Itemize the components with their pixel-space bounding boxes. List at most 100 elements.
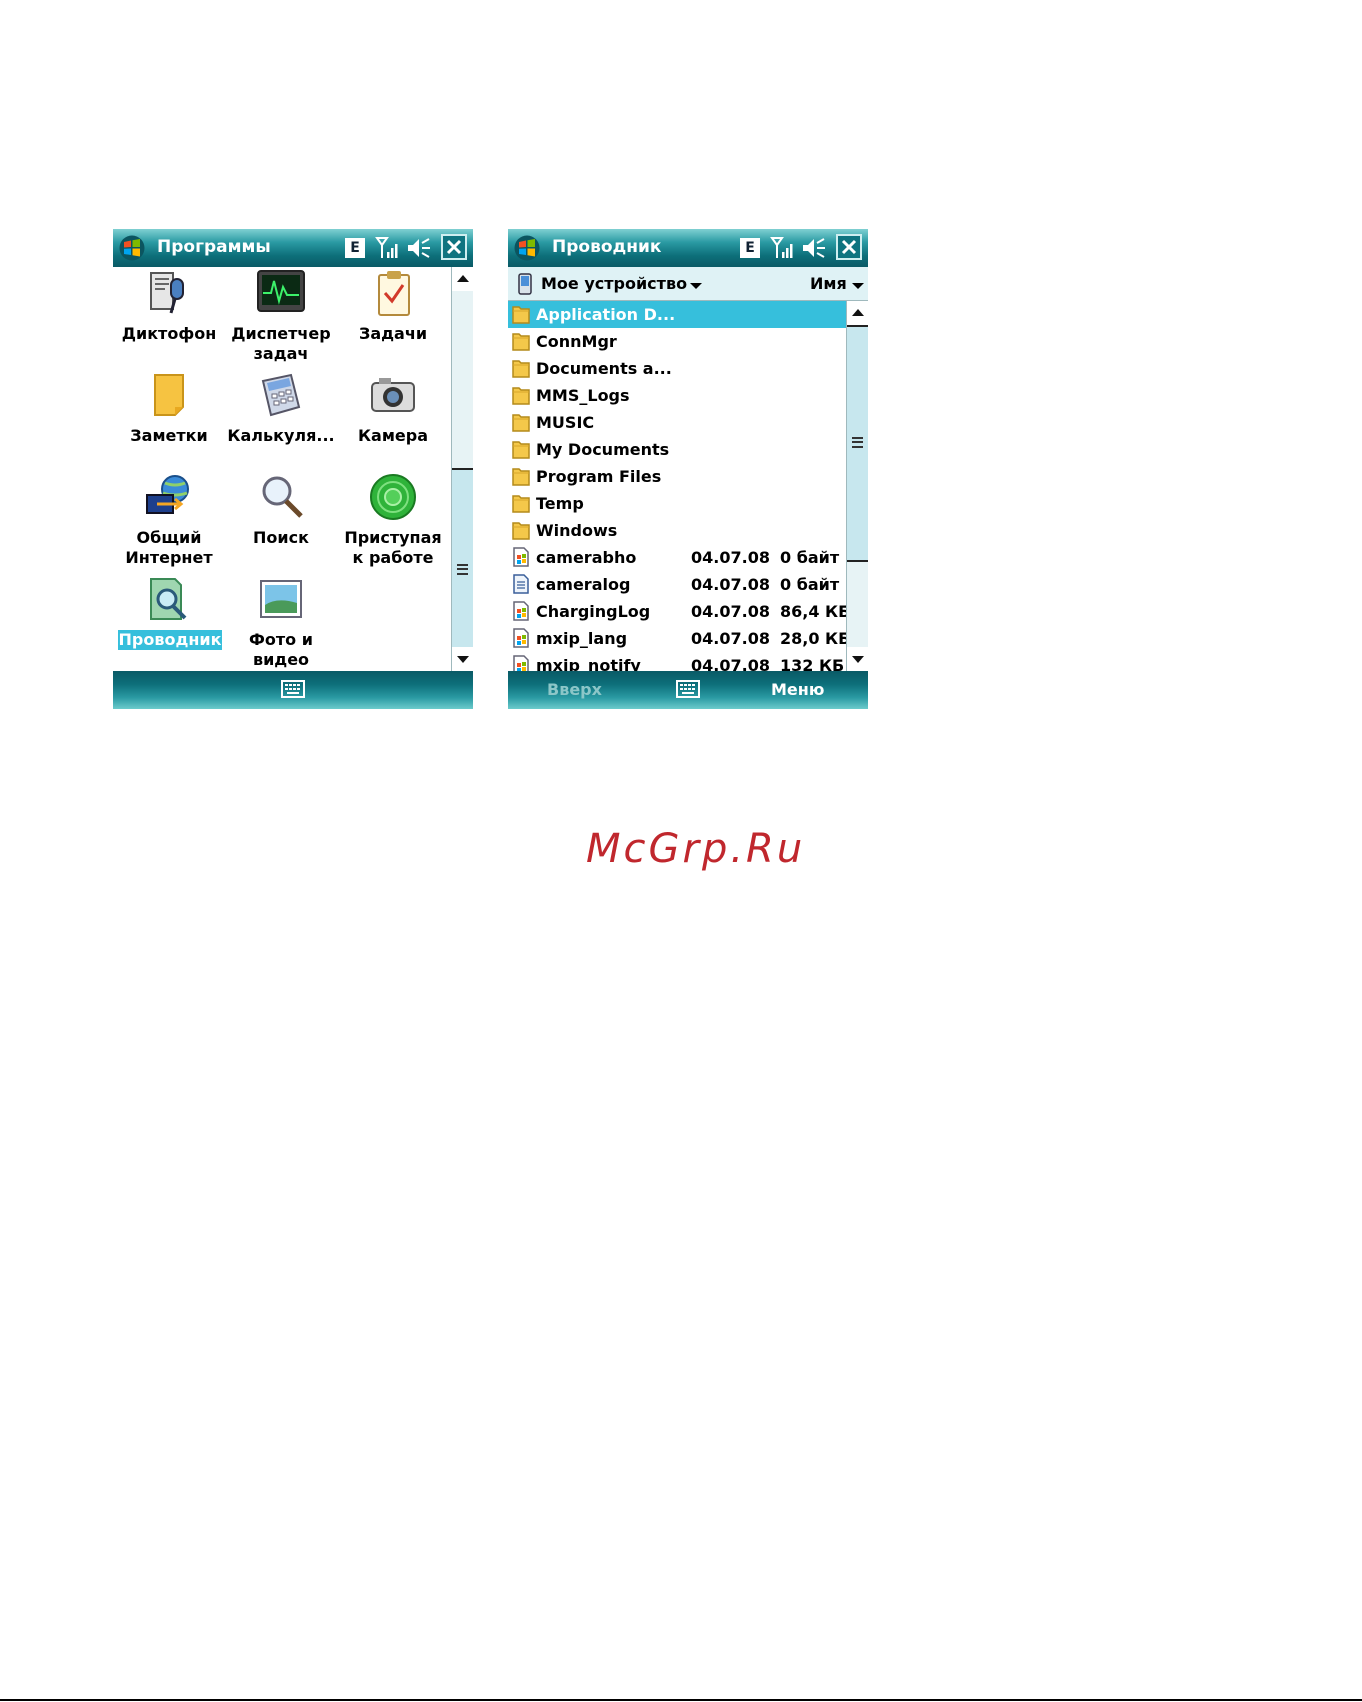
chevron-down-icon[interactable] — [852, 283, 864, 289]
signal-strength-icon[interactable] — [375, 235, 401, 261]
scroll-up-button[interactable] — [452, 267, 473, 291]
device-icon — [518, 273, 532, 295]
program-label: Калькуля... — [227, 426, 335, 445]
folder-icon — [512, 441, 530, 459]
scroll-down-button[interactable] — [452, 647, 473, 671]
program-label: Заметки — [130, 426, 208, 445]
volume-muted-icon[interactable] — [800, 235, 826, 261]
file-date: 04.07.08 — [691, 575, 770, 594]
edge-network-icon[interactable]: E — [345, 238, 365, 258]
programs-screen: Программы E Диктофон Диспетчер задач Зад… — [113, 229, 473, 709]
start-menu-icon[interactable] — [514, 235, 540, 261]
folder-icon — [512, 414, 530, 432]
softkey-bar: Вверх Меню — [508, 671, 868, 709]
camera-icon — [371, 378, 415, 412]
file-row[interactable]: cameralog 04.07.08 0 байт — [508, 571, 846, 598]
notes-icon — [154, 374, 184, 416]
file-name: My Documents — [536, 440, 670, 459]
folder-icon — [512, 306, 530, 324]
file-size: 28,0 КБ — [780, 629, 851, 648]
close-icon[interactable] — [836, 234, 862, 260]
folder-icon — [512, 387, 530, 405]
file-name: Documents a... — [536, 359, 672, 378]
arrow-up-icon — [852, 309, 864, 316]
folder-row[interactable]: Windows — [508, 517, 846, 544]
program-label: Задачи — [358, 324, 428, 343]
scroll-thumb[interactable] — [452, 468, 473, 672]
file-date: 04.07.08 — [691, 629, 770, 648]
start-menu-icon[interactable] — [119, 235, 145, 261]
application-file-icon — [513, 547, 529, 567]
file-name: ChargingLog — [536, 602, 651, 621]
folder-icon — [512, 468, 530, 486]
title-bar: Программы E — [113, 229, 473, 267]
file-name: Windows — [536, 521, 618, 540]
voice-recorder-icon — [150, 272, 184, 314]
file-name: MMS_Logs — [536, 386, 630, 405]
explorer-icon — [150, 578, 187, 620]
file-name: MUSIC — [536, 413, 595, 432]
vertical-scrollbar[interactable] — [451, 267, 473, 672]
file-size: 0 байт — [780, 575, 840, 594]
scroll-thumb[interactable] — [847, 325, 868, 562]
file-name: cameralog — [536, 575, 631, 594]
folder-row[interactable]: Program Files — [508, 463, 846, 490]
folder-row[interactable]: Temp — [508, 490, 846, 517]
up-softkey[interactable]: Вверх — [547, 680, 602, 699]
close-icon[interactable] — [441, 234, 467, 260]
file-row[interactable]: mxip_lang 04.07.08 28,0 КБ — [508, 625, 850, 652]
calculator-icon — [261, 373, 301, 417]
folder-row[interactable]: MMS_Logs — [508, 382, 846, 409]
pictures-videos-icon — [260, 580, 302, 618]
arrow-up-icon — [457, 275, 469, 282]
scroll-up-button[interactable] — [847, 301, 868, 325]
folder-icon — [512, 333, 530, 351]
file-date: 04.07.08 — [691, 602, 770, 621]
chevron-down-icon[interactable] — [690, 283, 702, 289]
volume-muted-icon[interactable] — [405, 235, 431, 261]
explorer-screen: Проводник E Мое устройство Имя Applicati… — [508, 229, 868, 709]
scroll-down-button[interactable] — [847, 647, 868, 671]
file-size: 0 байт — [780, 548, 840, 567]
grip-icon — [457, 564, 468, 575]
file-name: Temp — [536, 494, 584, 513]
page-divider — [0, 1699, 1362, 1701]
file-name: camerabho — [536, 548, 637, 567]
file-row[interactable]: ChargingLog 04.07.08 86,4 КБ — [508, 598, 850, 625]
folder-icon — [512, 495, 530, 513]
window-title: Программы — [157, 237, 271, 257]
folder-row[interactable]: ConnMgr — [508, 328, 846, 355]
location-dropdown[interactable]: Мое устройство — [541, 274, 687, 293]
program-label: Приступая к работе — [344, 528, 442, 567]
task-manager-icon — [257, 270, 305, 312]
file-name: Program Files — [536, 467, 662, 486]
keyboard-icon[interactable] — [281, 680, 305, 698]
folder-row[interactable]: MUSIC — [508, 409, 846, 436]
folder-row[interactable]: Application D... — [508, 301, 846, 328]
program-label: Поиск — [253, 528, 309, 547]
application-file-icon — [513, 628, 529, 648]
menu-softkey[interactable]: Меню — [771, 680, 824, 699]
getting-started-icon — [370, 474, 416, 520]
program-label: Проводник — [118, 630, 222, 650]
folder-icon — [512, 360, 530, 378]
sort-dropdown[interactable]: Имя — [810, 274, 847, 293]
softkey-bar — [113, 671, 473, 709]
file-row[interactable]: camerabho 04.07.08 0 байт — [508, 544, 846, 571]
keyboard-icon[interactable] — [676, 680, 700, 698]
window-title: Проводник — [552, 237, 662, 257]
watermark-text: McGrp.Ru — [586, 826, 806, 872]
program-label: Общий Интернет — [125, 528, 213, 567]
folder-row[interactable]: My Documents — [508, 436, 846, 463]
folder-row[interactable]: Documents a... — [508, 355, 846, 382]
file-name: ConnMgr — [536, 332, 617, 351]
internet-sharing-icon — [146, 475, 189, 514]
arrow-down-icon — [852, 656, 864, 663]
edge-network-icon[interactable]: E — [740, 238, 760, 258]
program-label: Фото и видео — [249, 630, 313, 669]
signal-strength-icon[interactable] — [770, 235, 796, 261]
folder-icon — [512, 522, 530, 540]
grip-icon — [852, 437, 863, 448]
file-name: Application D... — [536, 305, 676, 324]
vertical-scrollbar[interactable] — [846, 301, 868, 671]
